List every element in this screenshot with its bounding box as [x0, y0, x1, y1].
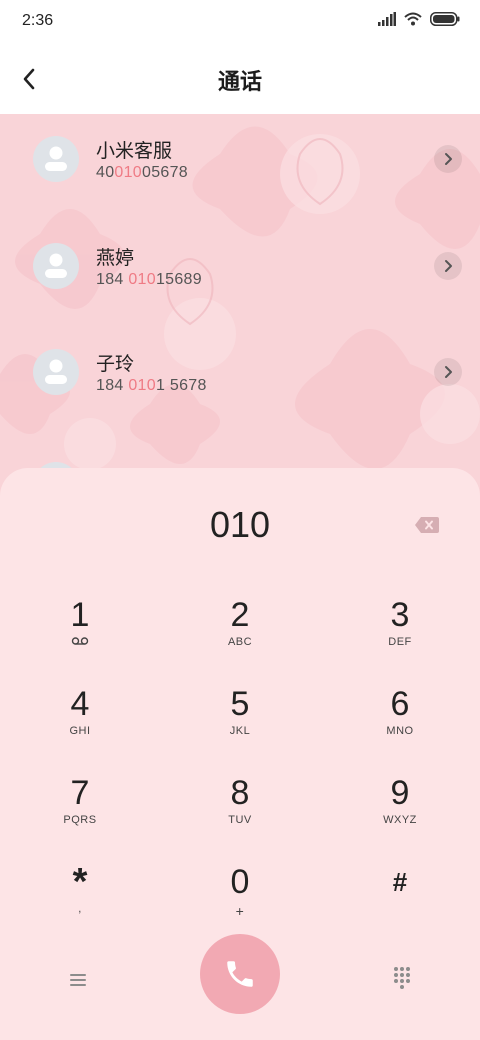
contact-name: 燕婷 [96, 247, 135, 269]
contact-item[interactable]: 小米客服 4001005678 [0, 114, 480, 204]
signal-icon [378, 12, 396, 26]
person-icon [45, 146, 67, 171]
key-2[interactable]: 2 ABC [175, 596, 305, 676]
menu-button[interactable] [64, 966, 92, 994]
person-icon [45, 253, 67, 278]
backspace-icon [415, 517, 439, 533]
key-digit: 2 [230, 596, 250, 634]
key-sub: GHI [69, 725, 91, 737]
key-digit: 8 [230, 774, 250, 812]
chevron-right-icon [445, 260, 452, 272]
dialpad: 010 1 2 ABC 3 DEF 4 GHI 5 JKL 6 MNO 7 PQ… [0, 468, 480, 1040]
key-digit: * [72, 861, 88, 903]
avatar [33, 136, 79, 182]
key-digit: 5 [230, 685, 250, 723]
key-sub: WXYZ [383, 814, 417, 826]
keypad-icon [394, 967, 410, 989]
avatar [33, 243, 79, 289]
key-digit: 3 [390, 596, 410, 634]
key-digit: 7 [70, 774, 90, 812]
contact-number: 184 01015689 [96, 271, 202, 288]
key-digit: 1 [70, 596, 90, 634]
key-sub: MNO [386, 725, 414, 737]
phone-icon [227, 961, 253, 987]
key-sub: PQRS [63, 814, 97, 826]
chevron-right-icon [445, 153, 452, 165]
status-bar: 2:36 [0, 0, 480, 44]
contact-name: 子玲 [96, 353, 135, 375]
contact-name: 小米客服 [96, 140, 173, 162]
header: 通话 [0, 44, 480, 114]
contact-detail-button[interactable] [434, 358, 462, 386]
contact-item[interactable]: 燕婷 184 01015689 [0, 221, 480, 311]
key-sub [15, 636, 145, 649]
key-sub: JKL [229, 725, 251, 737]
key-1[interactable]: 1 [15, 596, 145, 676]
key-8[interactable]: 8 TUV [175, 774, 305, 854]
key-sub: , [78, 903, 82, 915]
contact-number: 4001005678 [96, 164, 189, 181]
key-hash[interactable]: # [335, 863, 465, 943]
status-icons [378, 12, 460, 26]
key-sub: + [235, 903, 245, 919]
keypad-toggle-button[interactable] [388, 964, 416, 992]
key-4[interactable]: 4 GHI [15, 685, 145, 765]
key-star[interactable]: * , [15, 863, 145, 943]
call-button[interactable] [200, 934, 280, 1014]
key-digit: 0 [230, 863, 250, 901]
key-sub: TUV [228, 814, 252, 826]
key-5[interactable]: 5 JKL [175, 685, 305, 765]
key-digit: 9 [390, 774, 410, 812]
person-icon [45, 359, 67, 384]
dialer-action-bar [0, 934, 480, 1024]
page-title: 通话 [217, 70, 262, 95]
dialed-number: 010 [209, 504, 271, 545]
status-time: 2:36 [22, 12, 54, 29]
contact-detail-button[interactable] [434, 145, 462, 173]
key-sub: ABC [227, 636, 253, 648]
contact-item[interactable]: 子玲 184 0101 5678 [0, 327, 480, 417]
battery-icon [430, 12, 460, 26]
key-digit: # [392, 867, 408, 897]
key-sub: DEF [388, 636, 412, 648]
contact-number: 184 0101 5678 [96, 377, 207, 394]
key-6[interactable]: 6 MNO [335, 685, 465, 765]
backspace-button[interactable] [414, 516, 440, 534]
key-0[interactable]: 0 + [175, 863, 305, 943]
chevron-right-icon [445, 366, 452, 378]
key-7[interactable]: 7 PQRS [15, 774, 145, 854]
voicemail-icon [71, 637, 89, 645]
avatar [33, 349, 79, 395]
menu-icon [70, 974, 86, 986]
contact-detail-button[interactable] [434, 252, 462, 280]
key-digit: 6 [390, 685, 410, 723]
wifi-icon [404, 12, 422, 26]
key-9[interactable]: 9 WXYZ [335, 774, 465, 854]
key-3[interactable]: 3 DEF [335, 596, 465, 676]
key-digit: 4 [70, 685, 90, 723]
